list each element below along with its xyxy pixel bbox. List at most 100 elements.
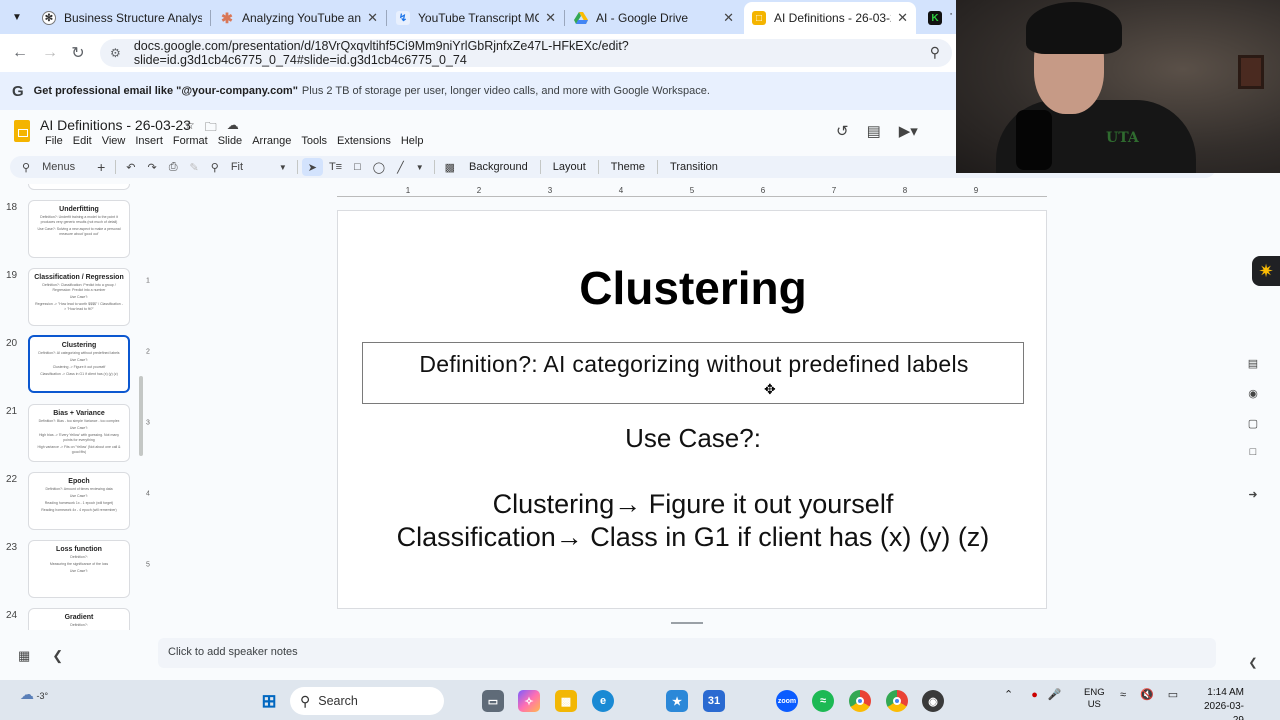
slide-filmstrip[interactable]: 18 Underfitting Definition?: Underfit tr… <box>0 184 150 630</box>
search-menus-icon[interactable]: ⚲ <box>10 161 36 174</box>
slide-canvas[interactable]: Clustering Definition?: AI categorizing … <box>337 210 1047 609</box>
calendar-icon[interactable]: 31 <box>703 690 725 712</box>
zoom-search-icon[interactable]: ⚲ <box>930 44 940 61</box>
layout-button[interactable]: Layout <box>545 161 594 173</box>
document-title[interactable]: AI Definitions - 26-03-23 <box>40 117 191 133</box>
folder-icon[interactable]: □ <box>1246 446 1260 460</box>
expand-panel-icon[interactable]: ❮ <box>1246 656 1260 670</box>
menu-file[interactable]: File <box>40 135 68 147</box>
zoom-dropdown-icon[interactable]: ▼ <box>273 163 293 172</box>
transition-button[interactable]: Transition <box>662 161 726 173</box>
slide-thumbnail-20[interactable]: Clustering Definition?: AI categorizing … <box>28 335 130 393</box>
new-slide-icon[interactable]: + <box>91 159 111 175</box>
close-tab-icon[interactable]: ✕ <box>367 10 378 26</box>
menu-help[interactable]: Help <box>396 135 429 147</box>
tab-business-structure[interactable]: ✻ Business Structure Analysis <box>34 4 210 32</box>
chrome-profile-icon[interactable] <box>886 690 908 712</box>
background-button[interactable]: Background <box>461 161 536 173</box>
line-dropdown-icon[interactable]: ▼ <box>410 163 430 172</box>
app-icon[interactable]: ★ <box>666 690 688 712</box>
tasks-icon[interactable]: ◉ <box>1246 387 1260 401</box>
theme-button[interactable]: Theme <box>603 161 653 173</box>
use-case-heading[interactable]: Use Case?: <box>338 423 1048 454</box>
weather-widget[interactable]: ☁ -3° <box>20 686 48 703</box>
meet-camera-icon[interactable]: ▶▾ <box>899 122 918 140</box>
zoom-icon[interactable]: ⚲ <box>205 161 225 174</box>
collapse-filmstrip-icon[interactable]: ❮ <box>52 648 63 664</box>
comments-icon[interactable]: ▤ <box>867 122 881 140</box>
slide-thumbnail-21[interactable]: Bias + Variance Definition?: Bias - too … <box>28 404 130 462</box>
slide-thumbnail-19[interactable]: Classification / Regression Definition?:… <box>28 268 130 326</box>
definition-text-box[interactable]: Definition?: AI categorizing without pre… <box>362 342 1024 404</box>
slide-thumbnail-17-partial[interactable] <box>28 184 130 190</box>
menu-edit[interactable]: Edit <box>68 135 97 147</box>
forward-arrow-icon[interactable]: → <box>40 43 60 63</box>
menu-tools[interactable]: Tools <box>296 135 332 147</box>
reload-icon[interactable]: ↻ <box>68 43 88 63</box>
wifi-icon[interactable]: ≈ <box>1120 689 1126 701</box>
menu-view[interactable]: View <box>97 135 131 147</box>
paint-format-icon[interactable]: ✎ <box>184 161 205 174</box>
text-box-icon[interactable]: T≡ <box>323 161 348 173</box>
tab-youtube-transcript[interactable]: ↯ YouTube Transcript MCP S ✕ <box>388 4 564 32</box>
contacts-icon[interactable]: ▢ <box>1246 417 1260 431</box>
print-icon[interactable]: ⎙ <box>163 161 184 174</box>
site-info-icon[interactable]: ⚙ <box>110 46 124 60</box>
notes-resize-handle[interactable] <box>671 622 703 624</box>
classification-line[interactable]: Classification→ Class in G1 if client ha… <box>338 522 1048 553</box>
slide-title[interactable]: Clustering <box>338 261 1048 315</box>
image-icon[interactable]: □ <box>348 161 367 173</box>
file-explorer-icon[interactable]: ▩ <box>555 690 577 712</box>
add-comment-icon[interactable]: ▩ <box>439 161 461 174</box>
search-menus-label[interactable]: Menus <box>36 161 81 173</box>
filmstrip-scrollbar[interactable] <box>139 376 143 456</box>
volume-muted-icon[interactable]: 🔇 <box>1140 688 1154 701</box>
menu-extensions[interactable]: Extensions <box>332 135 396 147</box>
slides-logo-icon[interactable] <box>14 120 30 142</box>
copilot-icon[interactable]: ✧ <box>518 690 540 712</box>
back-arrow-icon[interactable]: ← <box>10 43 30 63</box>
close-tab-icon[interactable]: ✕ <box>897 10 908 26</box>
undo-icon[interactable]: ↶ <box>120 161 141 174</box>
clustering-line[interactable]: Clustering→ Figure it out yourself <box>338 489 1048 520</box>
zoom-select[interactable]: Fit <box>225 161 273 173</box>
addon-icon[interactable]: ➜ <box>1246 488 1260 502</box>
spotify-icon[interactable]: ≈ <box>812 690 834 712</box>
chrome-icon[interactable] <box>849 690 871 712</box>
close-tab-icon[interactable]: ✕ <box>545 10 556 26</box>
windows-start-icon[interactable]: ⊞ <box>258 690 280 712</box>
banner-bold-text[interactable]: Get professional email like "@your-compa… <box>34 85 298 97</box>
keep-icon[interactable]: ▤ <box>1246 357 1260 371</box>
system-clock[interactable]: 1:14 AM 2026-03-29 <box>1194 686 1244 720</box>
slide-thumbnail-18[interactable]: Underfitting Definition?: Underfit train… <box>28 200 130 258</box>
battery-icon[interactable]: ▭ <box>1168 688 1178 701</box>
input-language[interactable]: ENG US <box>1084 687 1105 711</box>
tab-google-drive[interactable]: AI - Google Drive ✕ <box>566 4 742 32</box>
speaker-notes[interactable]: Click to add speaker notes <box>158 638 1216 668</box>
tray-app-icon[interactable]: ● <box>1031 689 1038 701</box>
version-history-icon[interactable]: ↺ <box>836 122 849 140</box>
slide-thumbnail-23[interactable]: Loss function Definition?: Measuring the… <box>28 540 130 598</box>
menu-insert[interactable]: Insert <box>130 135 168 147</box>
obs-icon[interactable]: ◉ <box>922 690 944 712</box>
menu-arrange[interactable]: Arrange <box>247 135 296 147</box>
edge-icon[interactable]: e <box>592 690 614 712</box>
grid-view-icon[interactable]: ▦ <box>18 648 30 664</box>
tab-ai-definitions[interactable]: □ AI Definitions - 26-03-23 - ✕ <box>744 2 916 34</box>
line-icon[interactable]: ╱ <box>391 161 410 174</box>
slide-thumbnail-22[interactable]: Epoch Definition?: Amount of times revie… <box>28 472 130 530</box>
taskbar-search[interactable]: ⚲ Search <box>290 687 444 715</box>
menu-format[interactable]: Format <box>168 135 213 147</box>
microphone-icon[interactable]: 🎤 <box>1048 688 1062 701</box>
select-cursor-icon[interactable]: ➤ <box>301 158 323 176</box>
close-tab-icon[interactable]: ✕ <box>723 10 734 26</box>
task-view-icon[interactable]: ▭ <box>482 690 504 712</box>
menu-slide[interactable]: Slide <box>213 135 247 147</box>
tab-search-chevron-icon[interactable]: ▼ <box>8 8 26 26</box>
address-bar[interactable]: ⚙ docs.google.com/presentation/d/18VrQxq… <box>100 39 952 67</box>
tray-overflow-icon[interactable]: ⌃ <box>1004 688 1013 701</box>
shape-icon[interactable]: ◯ <box>367 161 391 174</box>
tab-analyzing-youtube[interactable]: ✱ Analyzing YouTube and Sp ✕ <box>212 4 386 32</box>
tab-tj[interactable]: K Tj <box>920 4 960 32</box>
zoom-icon[interactable]: zoom <box>776 690 798 712</box>
